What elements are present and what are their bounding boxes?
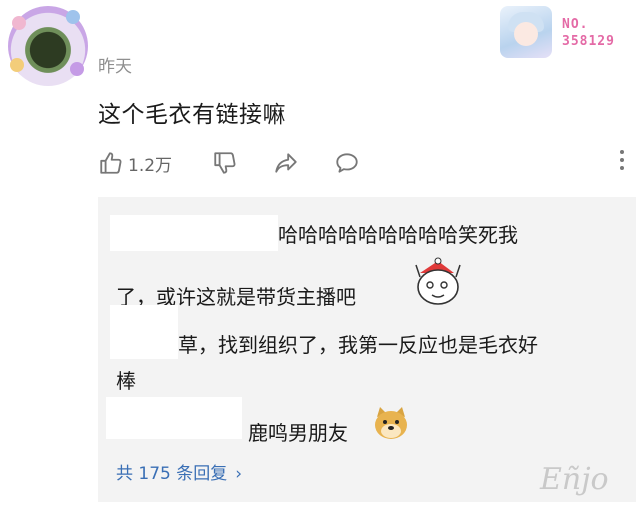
redacted-username	[110, 305, 178, 359]
thumbs-down-icon	[214, 152, 236, 174]
redacted-username	[106, 397, 242, 439]
badge-no-label: NO.	[562, 17, 589, 32]
reply-button[interactable]	[333, 148, 361, 178]
view-all-replies-link[interactable]: 共 175 条回复 ›	[116, 459, 242, 484]
reply-text: 哈哈哈哈哈哈哈哈哈笑死我	[278, 223, 518, 247]
comment-timestamp: 昨天	[98, 57, 132, 77]
badge-number: 358129	[562, 34, 615, 49]
like-count: 1.2万	[128, 155, 173, 176]
watermark-logo: Eñjo	[540, 462, 609, 497]
redacted-username	[110, 215, 278, 251]
dislike-button[interactable]	[212, 148, 238, 178]
share-button[interactable]	[272, 148, 300, 178]
reply-text: 草，找到组织了，我第一反应也是毛衣好	[178, 333, 538, 357]
reply-text: 鹿鸣男朋友	[248, 421, 348, 445]
chevron-right-icon: ›	[235, 464, 243, 484]
like-button[interactable]: 1.2万	[98, 148, 172, 178]
doge-santa-emoji	[415, 257, 461, 305]
badge-avatar-image	[500, 6, 552, 58]
thumbs-up-icon	[100, 152, 122, 174]
more-options-button[interactable]	[618, 150, 626, 174]
user-avatar[interactable]	[8, 6, 88, 86]
comment-icon	[336, 153, 358, 173]
more-vertical-icon	[618, 150, 626, 170]
replies-preview[interactable]: 哈哈哈哈哈哈哈哈哈笑死我 了，或许这就是带货主播吧 草，找到组织了，我第一反应也…	[98, 197, 636, 502]
reply-text: 棒	[116, 369, 136, 393]
comment-text: 这个毛衣有链接嘛	[98, 102, 286, 128]
view-all-replies-label: 共 175 条回复	[116, 464, 228, 484]
fan-badge-number: NO. 358129	[562, 16, 615, 50]
doge-emoji	[375, 407, 407, 439]
share-icon	[275, 153, 297, 173]
